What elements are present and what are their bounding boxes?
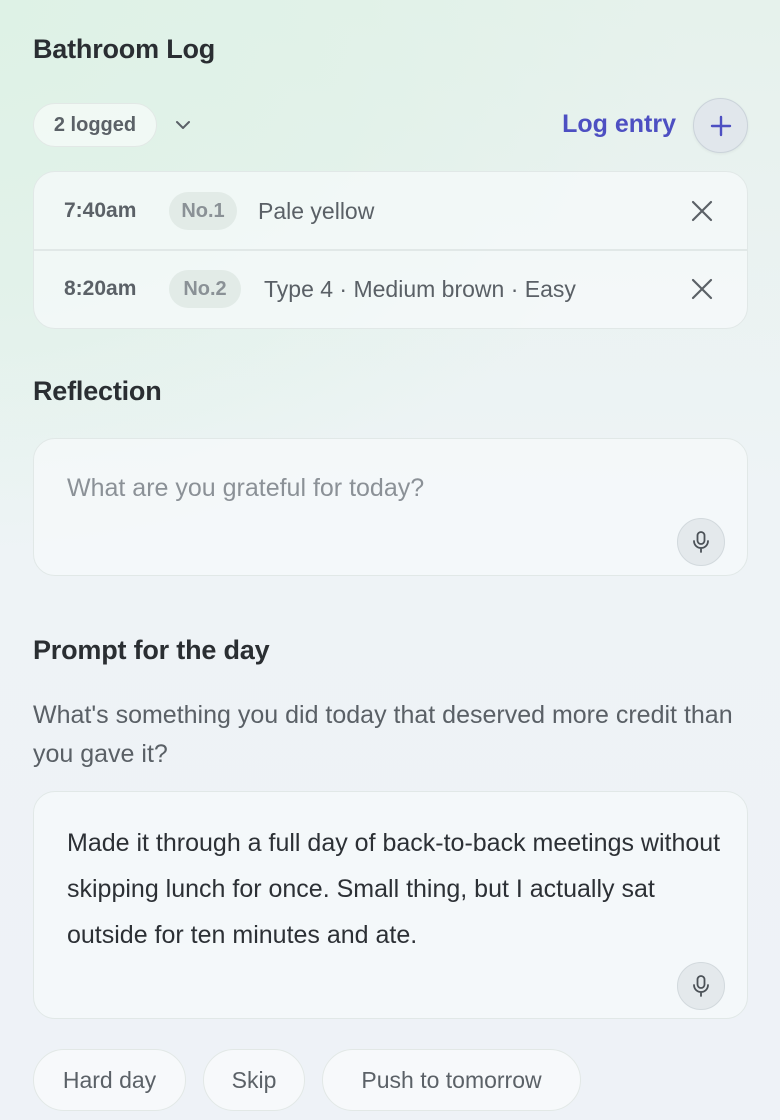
prompt-title: Prompt for the day: [33, 635, 270, 665]
bathroom-log-title: Bathroom Log: [33, 34, 216, 64]
remove-entry-button[interactable]: [687, 274, 717, 304]
add-entry-button[interactable]: [693, 98, 748, 153]
reflection-title: Reflection: [33, 376, 162, 406]
skip-label: Skip: [231, 1066, 277, 1093]
microphone-icon: [693, 531, 709, 553]
logged-count-label: 2 logged: [53, 113, 137, 136]
prompt-answer-input[interactable]: Made it through a full day of back-to-ba…: [67, 820, 722, 1010]
prompt-question: What's something you did today that dese…: [33, 701, 733, 768]
voice-input-button[interactable]: [677, 962, 725, 1010]
entry-description: Type 4 · Medium brown · Easy: [264, 275, 576, 302]
bathroom-log-list: 7:40am No.1 Pale yellow 8:20am No.2 Type…: [33, 171, 748, 329]
entry-description: Pale yellow: [258, 197, 375, 224]
close-icon: [691, 200, 713, 222]
remove-entry-button[interactable]: [687, 196, 717, 226]
logged-count-badge[interactable]: 2 logged: [33, 103, 157, 147]
log-entry-row: 7:40am No.1 Pale yellow: [34, 172, 747, 250]
log-entry-row: 8:20am No.2 Type 4 · Medium brown · Easy: [34, 250, 747, 328]
hard-day-button[interactable]: Hard day: [33, 1049, 186, 1111]
log-entry-link[interactable]: Log entry: [562, 110, 676, 139]
prompt-answer-card: Made it through a full day of back-to-ba…: [33, 791, 748, 1019]
reflection-input[interactable]: [67, 471, 687, 541]
entry-time: 8:20am: [64, 277, 137, 300]
reflection-card: [33, 438, 748, 576]
voice-input-button[interactable]: [677, 518, 725, 566]
entry-type-tag: No.1: [169, 192, 237, 230]
entry-type-tag: No.2: [169, 270, 241, 308]
entry-time: 7:40am: [64, 199, 137, 222]
plus-icon: [708, 113, 734, 139]
skip-button[interactable]: Skip: [203, 1049, 305, 1111]
hard-day-label: Hard day: [62, 1066, 157, 1093]
close-icon: [691, 278, 713, 300]
chevron-down-icon[interactable]: [172, 114, 194, 136]
microphone-icon: [693, 975, 709, 997]
push-to-tomorrow-label: Push to tomorrow: [361, 1066, 542, 1093]
push-to-tomorrow-button[interactable]: Push to tomorrow: [322, 1049, 581, 1111]
